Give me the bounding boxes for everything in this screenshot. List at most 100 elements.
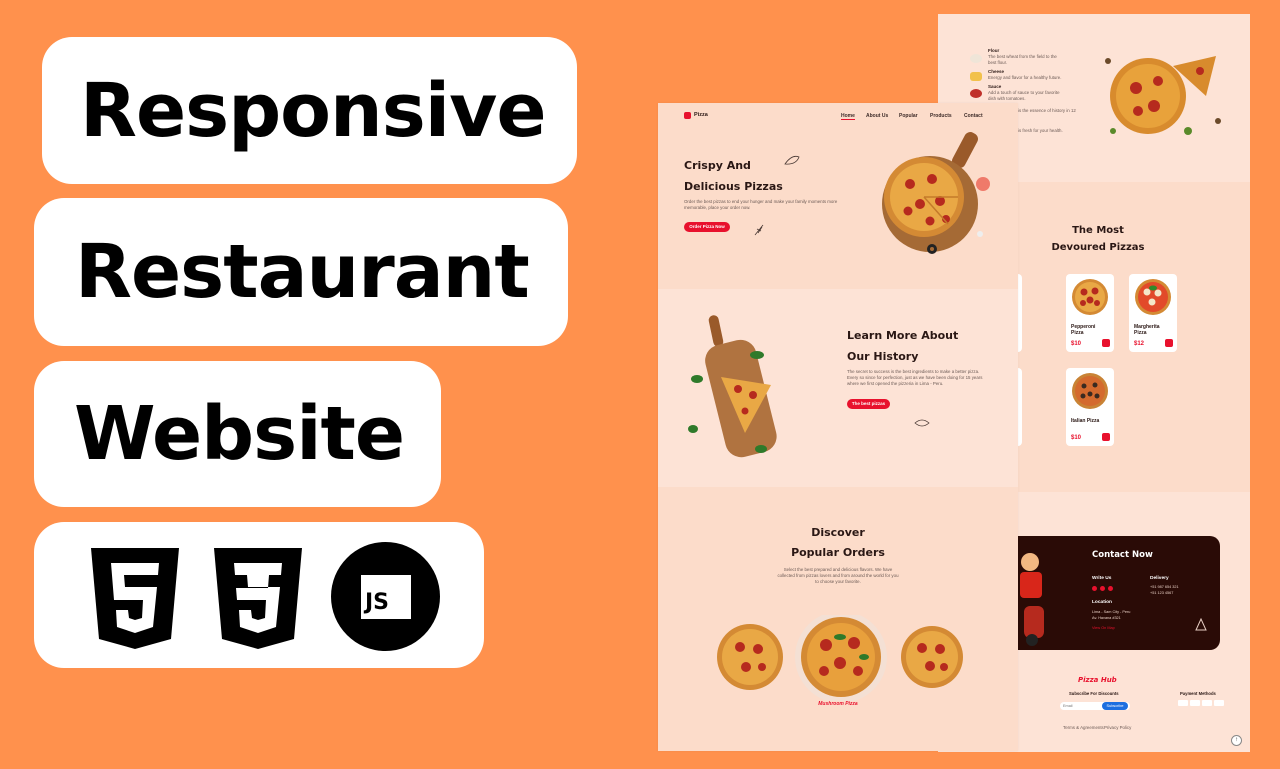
- popular-description: Select the best prepared and delicious f…: [777, 567, 899, 584]
- cart-icon[interactable]: [1102, 433, 1110, 441]
- tiktok-icon[interactable]: [1108, 586, 1113, 591]
- subscribe-button[interactable]: Subscribe: [1102, 702, 1128, 710]
- product-name: Italian Pizza: [1071, 418, 1100, 424]
- tech-icons-pill: JS: [34, 522, 484, 668]
- logo-icon: [684, 112, 691, 119]
- title-pill-responsive: Responsive: [42, 37, 577, 184]
- flying-pizza-image: [1105, 56, 1221, 135]
- terms-link[interactable]: Terms & Agreements: [1063, 725, 1104, 731]
- title-line-restaurant: Restaurant: [75, 229, 530, 315]
- margherita-pizza-image: [1135, 279, 1171, 315]
- product-name: Margherita Pizza: [1134, 324, 1160, 336]
- product-name: Pepperoni Pizza: [1071, 324, 1096, 336]
- product-price: $12: [1134, 341, 1145, 347]
- view-map-link[interactable]: View On Map: [1092, 626, 1115, 630]
- cheese-icon: [970, 72, 982, 81]
- site-header: Pizza Home About Us Popular Products Con…: [658, 103, 1018, 129]
- contact-title: Contact Now: [1092, 550, 1153, 560]
- product-card[interactable]: Pepperoni Pizza $10: [1066, 274, 1114, 352]
- instagram-icon[interactable]: [1100, 586, 1105, 591]
- products-title: The Most Devoured Pizzas: [1033, 222, 1163, 256]
- about-title: Learn More About Our History: [847, 325, 958, 367]
- order-pizza-button[interactable]: Order Pizza Now: [684, 222, 730, 232]
- ingredient-desc: Energy and flavor for a healthy future.: [988, 75, 1062, 80]
- location-label: Location: [1092, 600, 1112, 605]
- location-address: Lima - Sam City - Peru: [1092, 610, 1131, 614]
- nav-popular[interactable]: Popular: [899, 113, 918, 119]
- js-label: JS: [365, 590, 390, 615]
- write-us-label: Write Us: [1092, 576, 1112, 581]
- leaf-icon: [914, 419, 930, 427]
- nav-contact[interactable]: Contact: [964, 113, 983, 119]
- brand-name: Pizza: [694, 112, 708, 118]
- about-section: Learn More About Our History The secret …: [658, 289, 1018, 487]
- pepperoni-pizza-image: [1072, 279, 1108, 315]
- ingredient-desc: The best wheat from the field to the bes…: [988, 54, 1057, 65]
- popular-title-line: Discover: [811, 526, 865, 539]
- hero-title-line: Crispy And: [684, 159, 751, 172]
- hero-section: Crispy And Delicious Pizzas Order the be…: [658, 129, 1018, 289]
- popular-title-line: Popular Orders: [791, 546, 885, 559]
- delivery-person-image: [1020, 553, 1044, 646]
- paypal-icon: [1202, 700, 1212, 706]
- delivery-phone: +51 987 654 321: [1150, 585, 1179, 589]
- cart-icon[interactable]: [1165, 339, 1173, 347]
- footer-brand: Pizza Hub: [1078, 676, 1117, 684]
- contact-card: Contact Now Write Us Delivery +51 987 65…: [998, 536, 1220, 650]
- css3-icon: [214, 548, 302, 649]
- best-pizzas-button[interactable]: The best pizzas: [847, 399, 890, 409]
- pizza-board-image: [688, 315, 777, 458]
- leaf-icon: [784, 155, 800, 165]
- product-card[interactable]: Italian Pizza $10: [1066, 368, 1114, 446]
- scroll-top-icon[interactable]: ↑: [1231, 735, 1242, 746]
- javascript-icon: JS: [331, 542, 440, 651]
- product-price: $10: [1071, 435, 1082, 441]
- delivery-phone: +51 123 4567: [1150, 591, 1174, 595]
- about-title-line: Learn More About: [847, 329, 959, 342]
- nav-products[interactable]: Products: [930, 113, 952, 119]
- product-card[interactable]: Margherita Pizza $12: [1129, 274, 1177, 352]
- pizza-slice-icon: [1195, 618, 1207, 631]
- discover-icon: [1214, 700, 1224, 706]
- title-line-responsive: Responsive: [80, 67, 547, 154]
- visa-icon: [1178, 700, 1188, 706]
- html5-icon: [91, 548, 179, 649]
- mastercard-icon: [1190, 700, 1200, 706]
- ingredient-name: Sauce: [988, 84, 1002, 89]
- website-screenshot-front: Pizza Home About Us Popular Products Con…: [658, 103, 1018, 751]
- title-pill-website: Website: [34, 361, 441, 507]
- hero-description: Order the best pizzas to end your hunger…: [684, 199, 838, 210]
- flour-icon: [970, 54, 982, 63]
- popular-pizzas-image: [717, 615, 963, 701]
- about-description: The secret to success is the best ingred…: [847, 369, 983, 386]
- nav-home[interactable]: Home: [841, 113, 855, 120]
- privacy-link[interactable]: Privacy Policy: [1104, 725, 1131, 731]
- products-title-line: Devoured Pizzas: [1051, 242, 1145, 253]
- product-price: $10: [1071, 341, 1082, 347]
- location-address: Av. Havana #321: [1092, 616, 1121, 620]
- title-line-website: Website: [74, 391, 405, 477]
- about-title-line: Our History: [847, 350, 919, 363]
- featured-pizza-name: Mushroom Pizza: [818, 701, 858, 707]
- about-note: is fresh for your health.: [1018, 128, 1063, 133]
- about-note: is the essence of history in 12: [1018, 108, 1076, 113]
- facebook-icon[interactable]: [1092, 586, 1097, 591]
- hero-title-line: Delicious Pizzas: [684, 180, 783, 193]
- payment-label: Payment Methods: [1180, 691, 1216, 696]
- ingredient-desc: Add a touch of sauce to your favorite di…: [988, 90, 1060, 101]
- italian-pizza-image: [1072, 373, 1108, 409]
- delivery-label: Delivery: [1150, 576, 1169, 581]
- popular-title: Discover Popular Orders: [768, 523, 908, 563]
- hero-pizza-image: [882, 132, 990, 254]
- ingredient-name: Flour: [988, 48, 1000, 53]
- herb-icon: [754, 224, 764, 236]
- popular-section: Discover Popular Orders Select the best …: [658, 487, 1018, 751]
- title-pill-restaurant: Restaurant: [34, 198, 568, 346]
- ingredient-name: Cheese: [988, 69, 1005, 74]
- nav-about[interactable]: About Us: [866, 113, 888, 119]
- cart-icon[interactable]: [1102, 339, 1110, 347]
- hero-title: Crispy And Delicious Pizzas: [684, 155, 783, 197]
- products-title-line: The Most: [1072, 225, 1124, 236]
- sauce-icon: [970, 89, 982, 98]
- subscribe-label: Subscribe For Discounts: [1069, 691, 1119, 696]
